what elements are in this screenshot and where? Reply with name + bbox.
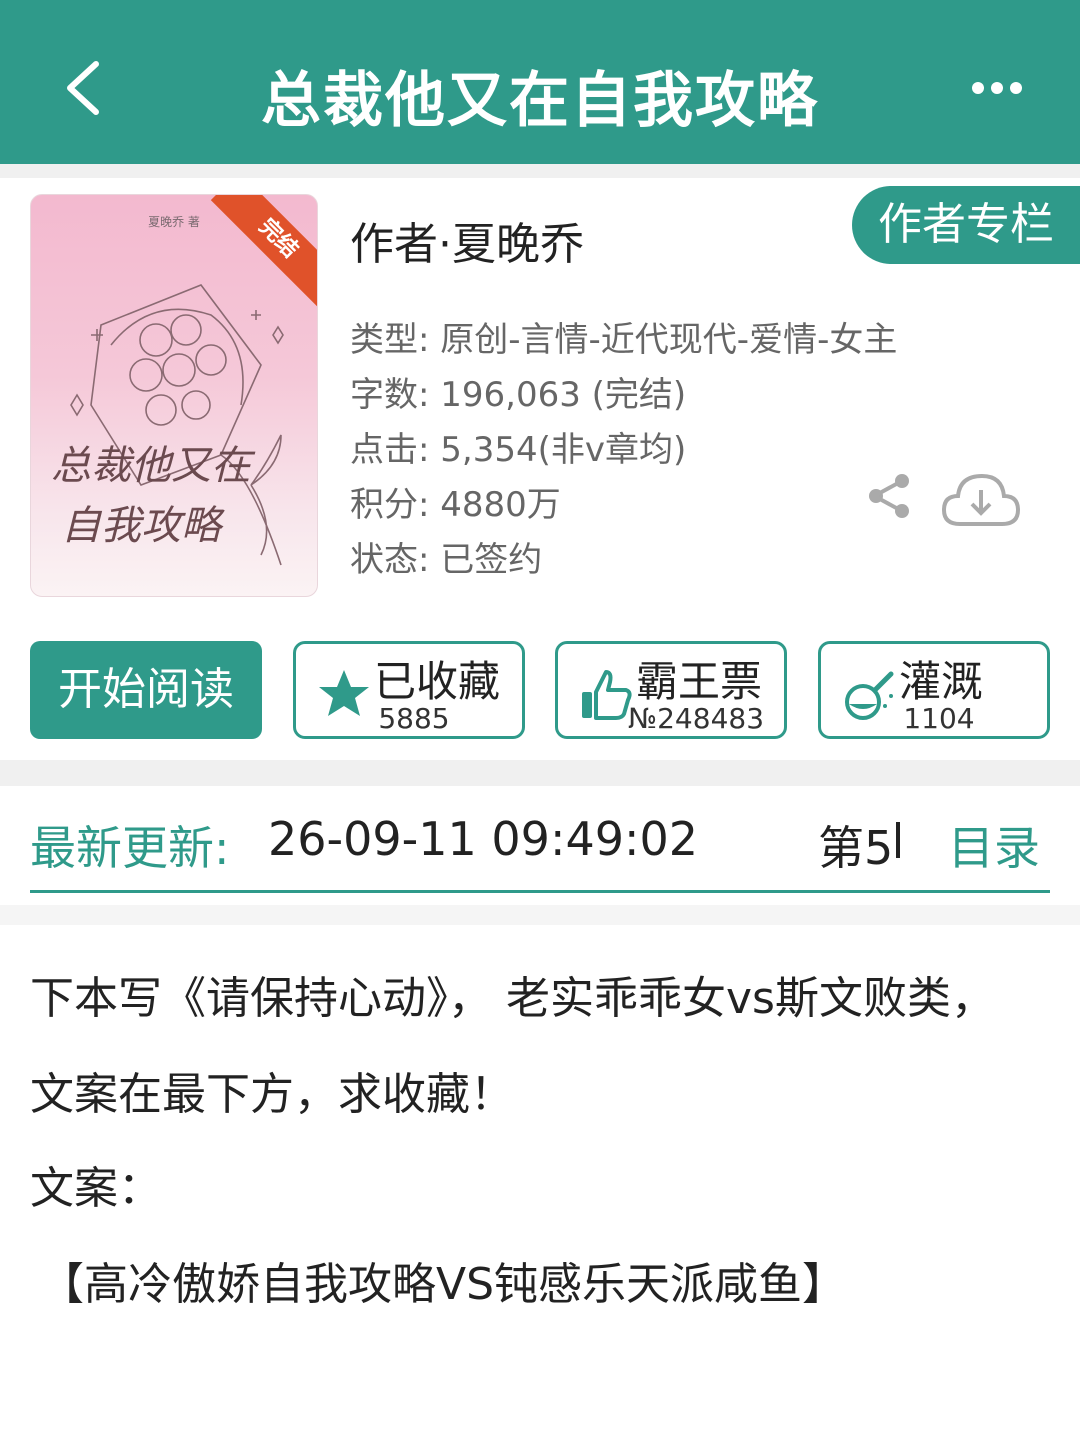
book-cover[interactable]: 夏晚乔 著 总裁他又在 自我攻略 完结 (30, 194, 318, 597)
meta-word-count: 字数: 196,063 (完结) (350, 367, 686, 416)
meta-label: 状态: (350, 540, 441, 580)
watering-icon (845, 671, 894, 720)
water-count: 1104 (903, 702, 975, 735)
cover-handwritten-title: 总裁他又在 自我攻略 (51, 443, 256, 549)
description-line: 文案： (30, 1163, 162, 1214)
meta-value: 5,354(非v章均) (440, 430, 687, 470)
meta-value: 4880万 (440, 485, 561, 525)
share-icon[interactable] (866, 472, 914, 520)
collect-count: 5885 (378, 702, 450, 735)
cover-title-line2: 自我攻略 (61, 503, 225, 549)
cover-title-line1: 总裁他又在 (51, 443, 256, 489)
more-icon[interactable] (972, 76, 1022, 100)
meta-status: 状态: 已签约 (350, 532, 542, 581)
meta-genre: 类型: 原创-言情-近代现代-爱情-女主 (350, 312, 897, 361)
star-icon (319, 670, 369, 716)
update-underline (30, 890, 1050, 893)
meta-label: 点击: (350, 430, 441, 470)
meta-clicks: 点击: 5,354(非v章均) (350, 422, 686, 471)
description-line: 下本写《请保持心动》， 老实乖乖女vs斯文败类， (30, 973, 995, 1024)
meta-value: 原创-言情-近代现代-爱情-女主 (440, 320, 898, 360)
author-name[interactable]: 作者·夏晚乔 (350, 208, 584, 272)
meta-value: 196,063 (完结) (440, 375, 687, 415)
description-line: 【高冷傲娇自我攻略VS钝感乐天派咸鱼】 (40, 1259, 847, 1310)
water-label: 灌溉 (899, 657, 984, 706)
description-line: 文案在最下方，求收藏！ (30, 1069, 514, 1120)
meta-label: 类型: (350, 320, 441, 360)
meta-points: 积分: 4880万 (350, 477, 561, 526)
table-of-contents-link[interactable]: 目录 (948, 812, 1040, 878)
divider (0, 760, 1080, 786)
collect-label: 已收藏 (374, 657, 501, 706)
vote-button[interactable]: 霸王票 №248483 (555, 641, 787, 739)
meta-value: 已签约 (440, 540, 543, 580)
water-button[interactable]: 灌溉 1104 (818, 641, 1050, 739)
latest-update-time: 26-09-11 09:49:02 (268, 812, 699, 866)
separator-bar (896, 822, 900, 858)
start-reading-button[interactable]: 开始阅读 (30, 641, 262, 739)
page-title: 总裁他又在自我攻略 (261, 66, 819, 136)
vote-count: №248483 (628, 702, 765, 735)
author-column-button[interactable]: 作者专栏 (852, 186, 1080, 264)
meta-label: 积分: (350, 485, 441, 525)
download-cloud-icon[interactable] (940, 470, 1022, 528)
vote-label: 霸王票 (636, 657, 763, 706)
meta-label: 字数: (350, 375, 441, 415)
divider (0, 905, 1080, 925)
divider (0, 164, 1080, 178)
thumbs-up-icon (582, 670, 632, 720)
app-header: 总裁他又在自我攻略 (0, 0, 1080, 164)
latest-update-label: 最新更新: (30, 821, 230, 875)
collect-button[interactable]: 已收藏 5885 (293, 641, 525, 739)
